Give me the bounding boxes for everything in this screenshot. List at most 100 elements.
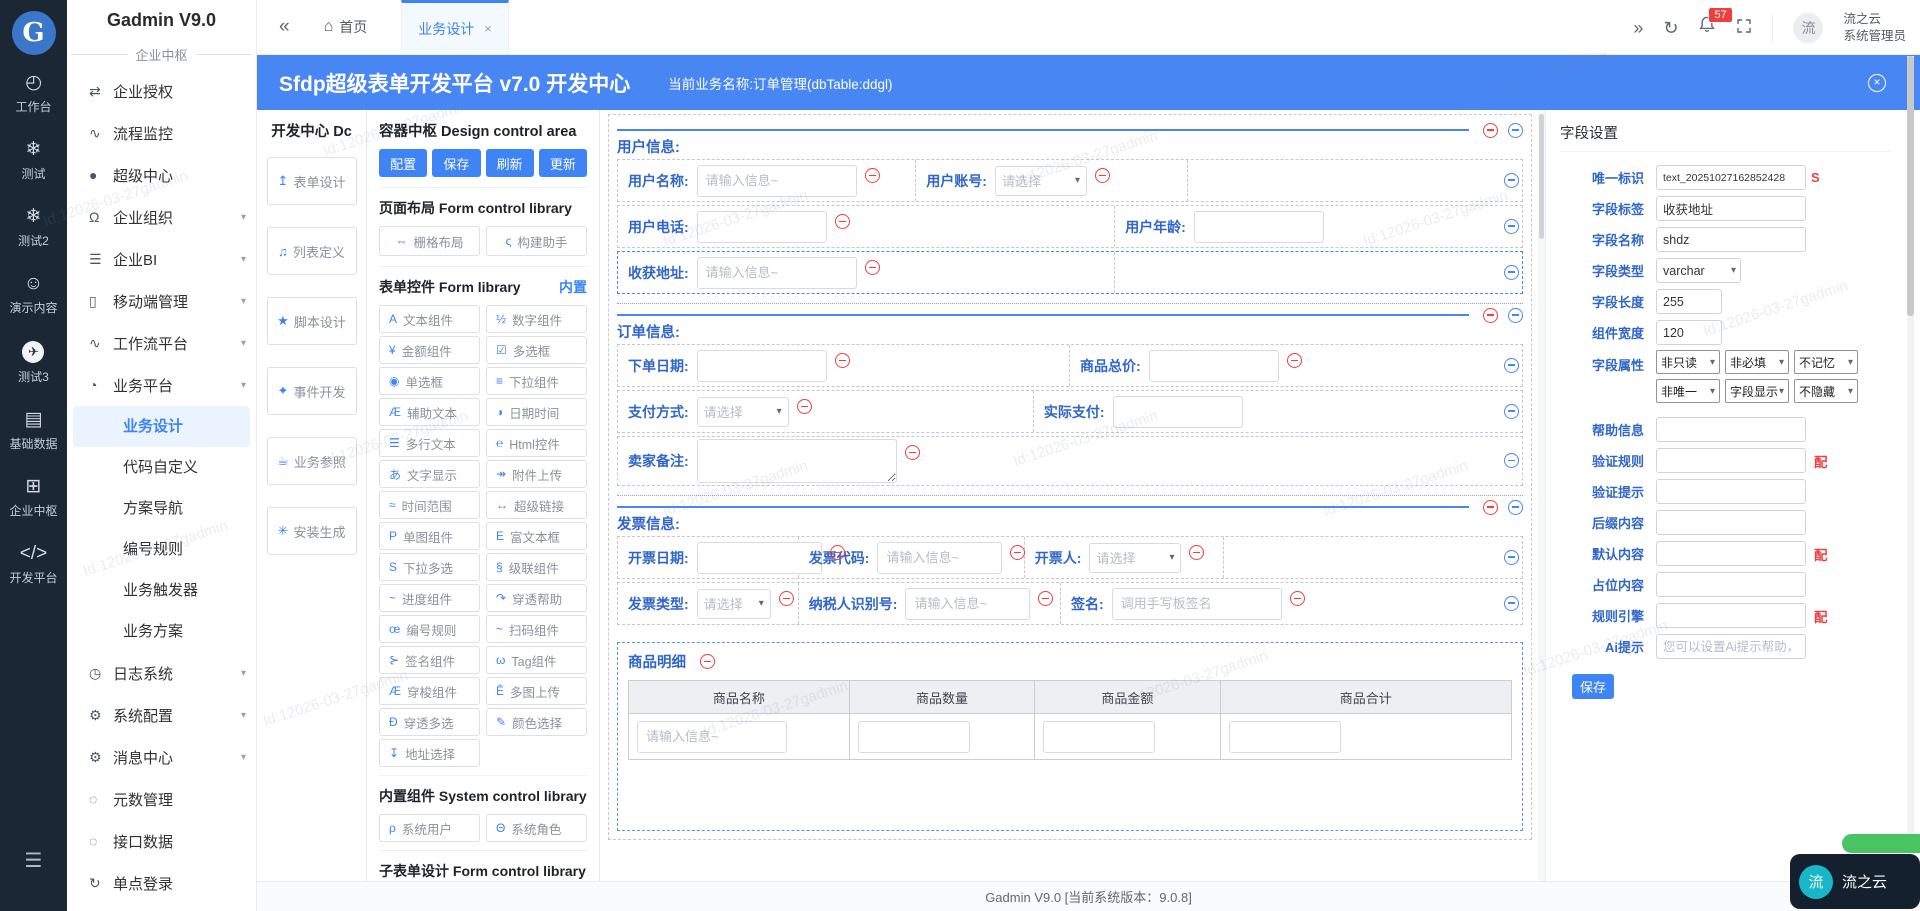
component-button[interactable]: ↧ 地址选择 xyxy=(379,739,480,767)
remove-row-icon[interactable] xyxy=(1504,218,1519,234)
field-attr-select[interactable]: 非必填 ▾ xyxy=(1725,350,1789,374)
field-input[interactable] xyxy=(1193,210,1324,243)
canvas-cell[interactable] xyxy=(1188,160,1523,201)
component-button[interactable]: Ð 穿透多选 xyxy=(379,708,480,736)
component-button[interactable]: S 下拉多选 xyxy=(379,553,480,581)
canvas-row[interactable]: 开票日期: 发票代码: 请输入信息~ 开票人: 请选择 ▾ xyxy=(617,536,1523,579)
sidebar-item[interactable]: ◔ 业务平台 ▾ xyxy=(67,364,256,406)
rail-item[interactable]: ▤ 基础数据 xyxy=(9,410,57,452)
canvas-cell[interactable]: 签名: xyxy=(1061,583,1522,624)
remove-row-icon[interactable] xyxy=(1504,172,1519,188)
remove-field-icon[interactable] xyxy=(1286,353,1302,368)
field-setting-input[interactable] xyxy=(1656,165,1806,190)
component-button[interactable]: P 单图组件 xyxy=(379,522,480,550)
canvas-scrollbar[interactable] xyxy=(1538,110,1545,881)
field-setting-input[interactable] xyxy=(1656,227,1806,252)
menu-fold-icon[interactable]: ☰ xyxy=(0,848,67,873)
dev-center-button[interactable]: ☕ 业务参照 xyxy=(266,437,357,485)
remove-row-icon[interactable] xyxy=(1504,357,1519,373)
component-button[interactable]: œ 编号规则 xyxy=(379,615,480,643)
avatar[interactable]: 流 xyxy=(1793,12,1824,43)
remove-section-icon[interactable] xyxy=(1483,307,1498,323)
remove-field-icon[interactable] xyxy=(834,353,850,368)
sidebar-item[interactable]: ● 超级中心 xyxy=(67,154,256,196)
remove-row-icon[interactable] xyxy=(1504,264,1519,280)
rail-item[interactable]: ❄ 测试 xyxy=(9,140,57,182)
canvas-cell[interactable]: 用户年龄: xyxy=(1115,206,1522,247)
field-input[interactable] xyxy=(696,164,857,197)
remove-detail-icon[interactable] xyxy=(700,654,715,669)
canvas-row[interactable]: 支付方式: 请选择 ▾ 实际支付: xyxy=(617,390,1523,433)
canvas-cell[interactable]: 收获地址: xyxy=(618,252,1116,293)
tab-business-design[interactable]: 业务设计 × xyxy=(401,0,509,54)
canvas-cell[interactable]: 用户账号: 请选择 ▾ xyxy=(916,160,1188,201)
system-component-button[interactable]: Θ 系统角色 xyxy=(486,814,587,842)
field-select[interactable]: 请选择 ▾ xyxy=(696,396,789,427)
field-input[interactable] xyxy=(1148,349,1279,382)
config-link[interactable]: 配 xyxy=(1814,451,1828,471)
sidebar-subitem[interactable]: 方案导航 xyxy=(67,488,256,529)
canvas-cell[interactable]: 纳税人识别号: xyxy=(799,583,1061,624)
design-action-button[interactable]: 更新 xyxy=(538,149,587,177)
detail-cell-input[interactable] xyxy=(1043,720,1156,753)
sidebar-item[interactable]: ◌ 接口数据 xyxy=(67,820,256,862)
canvas-cell[interactable]: 下单日期: xyxy=(618,345,1070,386)
component-button[interactable]: Ê 多图上传 xyxy=(486,677,587,705)
field-setting-input[interactable] xyxy=(1656,541,1806,566)
sidebar-subitem[interactable]: 业务设计 xyxy=(73,406,250,447)
field-select[interactable]: 请选择 ▾ xyxy=(994,165,1087,196)
remove-field-icon[interactable] xyxy=(829,545,845,560)
sidebar-subitem[interactable]: 业务方案 xyxy=(67,611,256,652)
sidebar-subitem[interactable]: 编号规则 xyxy=(67,529,256,570)
remove-field-icon[interactable] xyxy=(1010,545,1026,560)
canvas-cell[interactable]: 开票日期: xyxy=(618,537,845,578)
component-button[interactable]: ~ 进度组件 xyxy=(379,584,480,612)
banner-close-icon[interactable]: × xyxy=(1868,73,1886,92)
sidebar-item[interactable]: ⚙ 系统配置 ▾ xyxy=(67,694,256,736)
remove-field-icon[interactable] xyxy=(864,260,880,275)
component-button[interactable]: ~ 扫码组件 xyxy=(486,615,587,643)
component-button[interactable]: あ 文字显示 xyxy=(379,460,480,488)
remove-row-icon[interactable] xyxy=(1504,595,1519,611)
remove-field-icon[interactable] xyxy=(904,445,920,460)
field-setting-input[interactable] xyxy=(1656,417,1806,442)
canvas-cell[interactable]: 实际支付: xyxy=(1034,391,1522,432)
sidebar-item[interactable]: ☰ 企业BI ▾ xyxy=(67,238,256,280)
sidebar-item[interactable]: ⚙ 消息中心 ▾ xyxy=(67,736,256,778)
sidebar-item[interactable]: Ω 企业组织 ▾ xyxy=(67,196,256,238)
canvas-row[interactable]: 收获地址: xyxy=(617,251,1523,294)
config-link[interactable]: 配 xyxy=(1814,606,1828,626)
field-setting-input[interactable] xyxy=(1656,258,1741,283)
detail-subform[interactable]: 商品明细 商品名称 商品数量 商品金额 商品合计 xyxy=(617,642,1523,831)
dev-center-button[interactable]: ★ 脚本设计 xyxy=(266,297,357,345)
remove-field-icon[interactable] xyxy=(864,168,880,183)
rail-item[interactable]: ❄ 测试2 xyxy=(9,207,57,249)
component-button[interactable]: ◉ 单选框 xyxy=(379,367,480,395)
remove-field-icon[interactable] xyxy=(1189,545,1205,560)
remove-field-icon[interactable] xyxy=(834,214,850,229)
field-input[interactable] xyxy=(696,210,827,243)
field-attr-select[interactable]: 不记忆 ▾ xyxy=(1794,350,1858,374)
component-button[interactable]: ω Tag组件 xyxy=(486,646,587,674)
field-setting-input[interactable] xyxy=(1656,448,1806,473)
user-info[interactable]: 流之云 系统管理员 xyxy=(1843,11,1906,45)
field-setting-input[interactable] xyxy=(1656,634,1806,659)
field-setting-input[interactable] xyxy=(1656,479,1806,504)
remove-row-icon[interactable] xyxy=(1504,453,1519,468)
component-button[interactable]: ☑ 多选框 xyxy=(486,336,587,364)
canvas-row[interactable]: 发票类型: 请选择 ▾ 纳税人识别号: 请输入信息~ 签名: 调用手写板签名 xyxy=(617,582,1523,625)
sidebar-item[interactable]: ◷ 日志系统 ▾ xyxy=(67,652,256,694)
component-button[interactable]: ⊱ 签名组件 xyxy=(379,646,480,674)
component-button[interactable]: ◑ 日期时间 xyxy=(486,398,587,426)
expand-menu-icon[interactable]: » xyxy=(1633,19,1643,37)
sidebar-item[interactable]: ∿ 流程监控 xyxy=(67,112,256,154)
dev-center-button[interactable]: ✳ 安装生成 xyxy=(266,507,357,555)
field-select[interactable]: 请选择 ▾ xyxy=(1089,542,1182,573)
dev-center-button[interactable]: ✦ 事件开发 xyxy=(266,367,357,415)
scrollbar-thumb[interactable] xyxy=(1539,114,1544,239)
component-button[interactable]: § 级联组件 xyxy=(486,553,587,581)
remove-field-icon[interactable] xyxy=(1038,591,1054,606)
dev-center-button[interactable]: ↥ 表单设计 xyxy=(266,157,357,205)
canvas-cell[interactable]: 用户名称: xyxy=(618,160,917,201)
remove-container-icon[interactable] xyxy=(1508,307,1523,323)
